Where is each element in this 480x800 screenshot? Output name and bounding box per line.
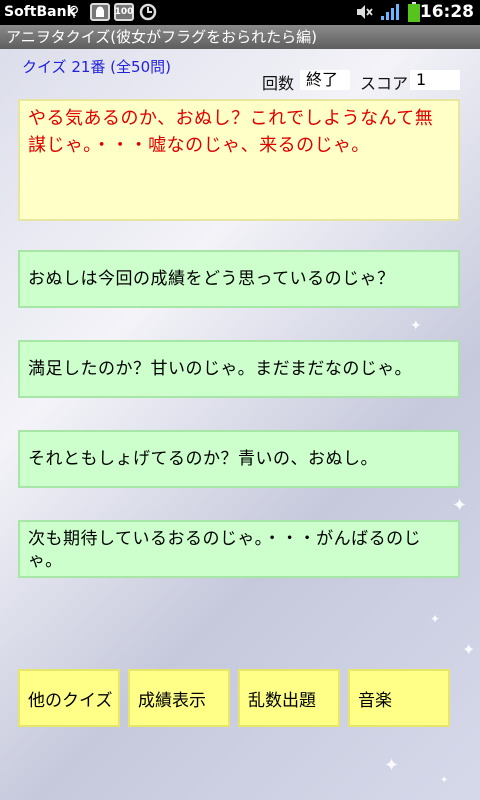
answer-option-4[interactable]: 次も期待しているおるのじゃ。・・・がんばるのじゃ。 bbox=[18, 520, 460, 578]
round-label: 回数 bbox=[262, 74, 295, 93]
sparkle-icon: ✦ bbox=[430, 612, 441, 626]
other-quiz-button[interactable]: 他のクイズ bbox=[18, 669, 120, 727]
quiz-number-label: クイズ 21番 (全50問) bbox=[22, 58, 171, 76]
sparkle-icon: ✦ bbox=[384, 755, 400, 776]
music-button[interactable]: 音楽 bbox=[348, 669, 450, 727]
random-questions-button[interactable]: 乱数出題 bbox=[238, 669, 340, 727]
clock: 16:28 bbox=[419, 2, 474, 22]
answer-option-3[interactable]: それともしょげてるのか？青いの、おぬし。 bbox=[18, 430, 460, 488]
question-box: やる気あるのか、おぬし？これでしようなんて無謀じゃ。・・・嘘なのじゃ、来るのじゃ… bbox=[18, 99, 460, 221]
app-title: アニヲタクイズ(彼女がフラグをおられたら編) bbox=[6, 28, 317, 46]
signal-icon bbox=[380, 3, 400, 21]
usb-icon: ⚲ bbox=[68, 4, 80, 20]
mute-icon bbox=[354, 3, 374, 21]
sparkle-icon: ✦ bbox=[462, 640, 476, 659]
answer-option-1[interactable]: おぬしは今回の成績をどう思っているのじゃ？ bbox=[18, 250, 460, 308]
app-title-bar: アニヲタクイズ(彼女がフラグをおられたら編) bbox=[0, 25, 480, 49]
sparkle-icon: ✦ bbox=[410, 318, 422, 334]
round-value: 終了 bbox=[300, 70, 350, 90]
score-value: 1 bbox=[410, 70, 460, 90]
score-label: スコア bbox=[360, 74, 409, 93]
android-debug-icon bbox=[90, 3, 110, 21]
answer-option-2[interactable]: 満足したのか？甘いのじゃ。まだまだなのじゃ。 bbox=[18, 340, 460, 398]
battery-100-icon: 100 bbox=[114, 3, 134, 21]
sparkle-icon: ✦ bbox=[452, 495, 468, 516]
show-results-button[interactable]: 成績表示 bbox=[128, 669, 230, 727]
status-bar: SoftBank ⚲ 100 16:28 bbox=[0, 0, 480, 25]
sparkle-icon: ✦ bbox=[440, 775, 449, 786]
sync-icon bbox=[138, 3, 158, 21]
